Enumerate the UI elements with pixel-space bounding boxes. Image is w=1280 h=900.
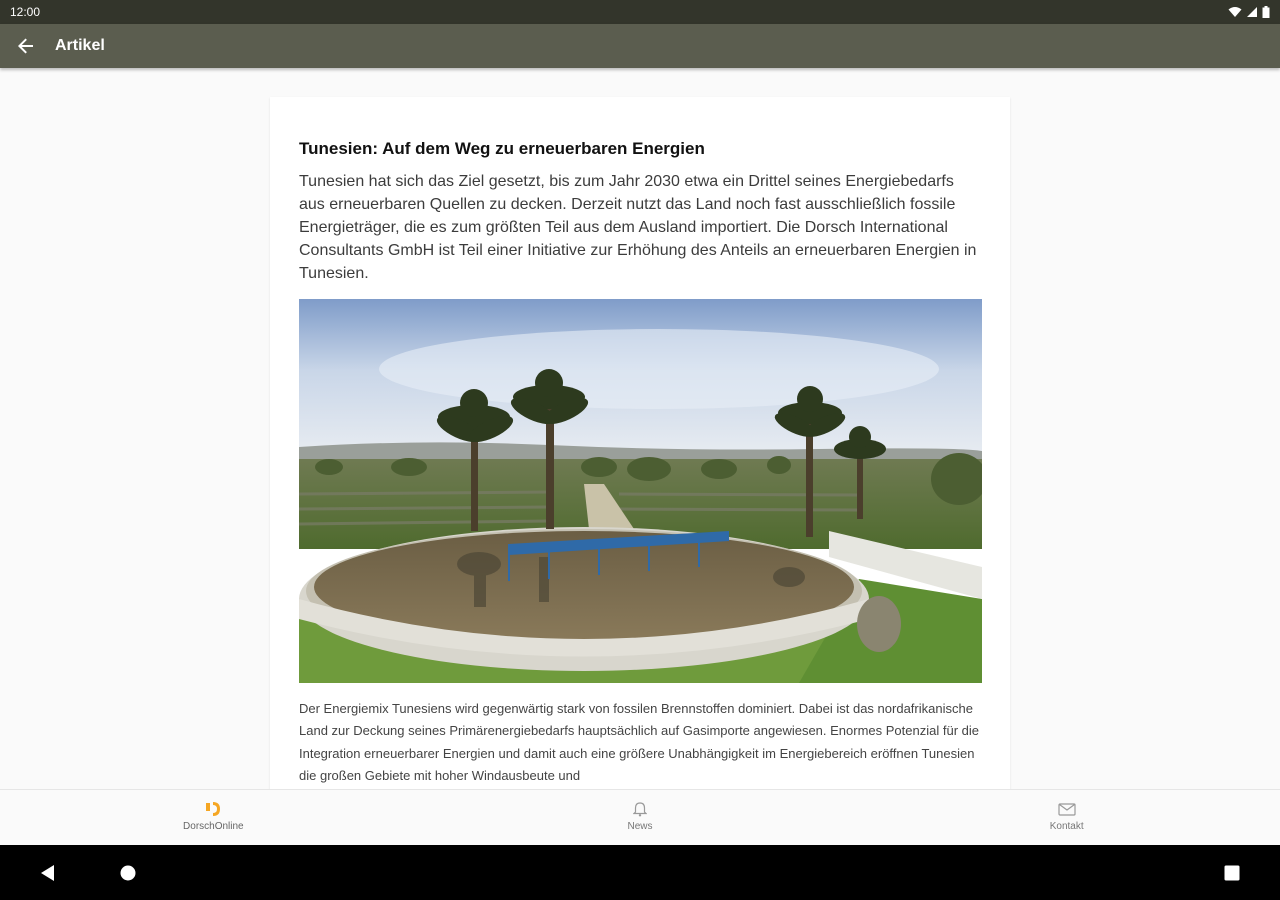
nav-item-news[interactable]: News: [427, 790, 854, 845]
system-recents-button[interactable]: [1208, 845, 1256, 900]
status-bar: 12:00: [0, 0, 1280, 24]
wifi-icon: [1228, 7, 1242, 17]
article-body: Der Energiemix Tunesiens wird gegenwärti…: [299, 701, 979, 783]
system-navigation-bar: [0, 845, 1280, 900]
article-title: Tunesien: Auf dem Weg zu erneuerbaren En…: [299, 139, 705, 158]
app-title: Artikel: [55, 37, 105, 54]
battery-icon: [1262, 6, 1270, 18]
article-card: Tunesien: Auf dem Weg zu erneuerbaren En…: [270, 97, 1010, 789]
content-area[interactable]: Tunesien: Auf dem Weg zu erneuerbaren En…: [0, 68, 1280, 789]
article-image: [299, 299, 982, 683]
system-back-button[interactable]: [24, 845, 72, 900]
nav-label-news: News: [627, 821, 653, 832]
article-lead: Tunesien hat sich das Ziel gesetzt, bis …: [299, 173, 977, 282]
nav-item-dorschonline[interactable]: DorschOnline: [0, 790, 427, 845]
nav-label-dorschonline: DorschOnline: [183, 821, 244, 832]
arrow-back-icon: [18, 38, 33, 54]
dorsch-logo-icon: [203, 799, 223, 819]
bottom-navigation: DorschOnline News Kontakt: [0, 789, 1280, 845]
mail-icon: [1057, 799, 1077, 819]
bell-icon: [630, 799, 650, 819]
nav-label-kontakt: Kontakt: [1049, 821, 1084, 832]
status-time: 12:00: [10, 5, 41, 19]
app-bar: Artikel: [0, 24, 1280, 68]
home-circle-icon: [120, 865, 136, 880]
back-triangle-icon: [41, 864, 54, 881]
recents-square-icon: [1224, 865, 1240, 880]
signal-icon: [1247, 7, 1257, 17]
nav-item-kontakt[interactable]: Kontakt: [853, 790, 1280, 845]
back-button[interactable]: [14, 34, 38, 58]
system-home-button[interactable]: [104, 845, 152, 900]
status-icons: [1228, 6, 1270, 18]
